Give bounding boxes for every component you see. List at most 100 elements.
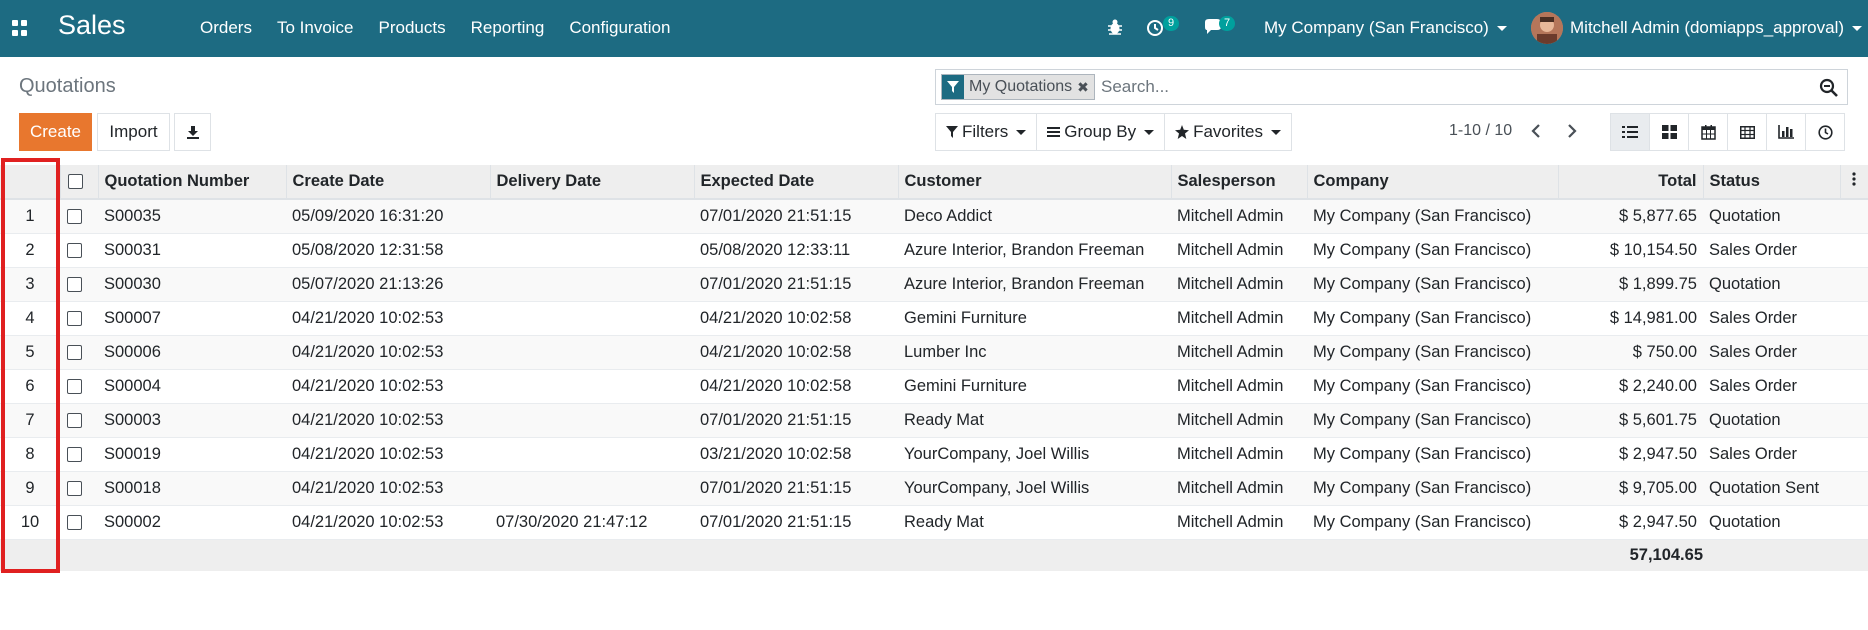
row-select-cell[interactable] bbox=[60, 301, 98, 335]
cell-create-date: 05/07/2020 21:13:26 bbox=[292, 274, 444, 293]
calendar-view-button[interactable] bbox=[1688, 113, 1728, 151]
company-name: My Company (San Francisco) bbox=[1264, 18, 1489, 37]
favorites-dropdown[interactable]: Favorites bbox=[1164, 113, 1293, 151]
select-all-header[interactable] bbox=[60, 165, 99, 200]
row-select-cell[interactable] bbox=[60, 233, 98, 267]
row-checkbox[interactable] bbox=[67, 242, 82, 258]
cell-salesperson: Mitchell Admin bbox=[1177, 274, 1284, 293]
table-row[interactable]: 5 S00006 04/21/2020 10:02:53 04/21/2020 10:… bbox=[0, 335, 1868, 369]
search-icon[interactable] bbox=[1819, 78, 1839, 98]
column-header-quotation-number[interactable]: Quotation Number bbox=[98, 165, 287, 200]
row-checkbox[interactable] bbox=[67, 208, 82, 224]
table-row[interactable]: 9 S00018 04/21/2020 10:02:53 07/01/2020 21:… bbox=[0, 471, 1868, 505]
row-checkbox[interactable] bbox=[67, 378, 82, 394]
row-number: 6 bbox=[25, 376, 35, 395]
row-select-cell[interactable] bbox=[60, 335, 98, 369]
quotations-table: Quotation Number Create Date Delivery Da… bbox=[0, 165, 1868, 571]
table-row[interactable]: 2 S00031 05/08/2020 12:31:58 05/08/2020 12:… bbox=[0, 233, 1868, 267]
column-header-customer[interactable]: Customer bbox=[898, 165, 1172, 200]
table-row[interactable]: 1 S00035 05/09/2020 16:31:20 07/01/2020 21:… bbox=[0, 199, 1868, 233]
cell-company: My Company (San Francisco) bbox=[1313, 308, 1532, 327]
table-row[interactable]: 7 S00003 04/21/2020 10:02:53 07/01/2020 21:… bbox=[0, 403, 1868, 437]
row-checkbox[interactable] bbox=[67, 446, 82, 462]
pivot-view-button[interactable] bbox=[1727, 113, 1767, 151]
menu-item-orders[interactable]: Orders bbox=[200, 18, 252, 38]
row-checkbox[interactable] bbox=[67, 276, 82, 292]
graph-view-button[interactable] bbox=[1766, 113, 1806, 151]
menu-item-to-invoice[interactable]: To Invoice bbox=[277, 18, 354, 38]
row-checkbox[interactable] bbox=[67, 344, 82, 360]
cell-customer: Deco Addict bbox=[904, 206, 993, 225]
cell-quotation-number: S00002 bbox=[104, 512, 161, 531]
chevron-left-icon[interactable] bbox=[1528, 122, 1546, 140]
column-header-salesperson[interactable]: Salesperson bbox=[1171, 165, 1308, 200]
pager-value[interactable]: 1-10 / 10 bbox=[1449, 122, 1512, 140]
cell-company: My Company (San Francisco) bbox=[1313, 240, 1532, 259]
column-header-expected-date[interactable]: Expected Date bbox=[694, 165, 899, 200]
row-spacer bbox=[1840, 471, 1868, 505]
select-all-checkbox[interactable] bbox=[67, 174, 83, 190]
row-select-cell[interactable] bbox=[60, 471, 98, 505]
debug-bug-icon[interactable] bbox=[1106, 18, 1124, 36]
column-header-company[interactable]: Company bbox=[1307, 165, 1559, 200]
row-number: 5 bbox=[25, 342, 35, 361]
avatar[interactable] bbox=[1531, 12, 1563, 44]
cell-expected-date: 07/01/2020 21:51:15 bbox=[700, 206, 852, 225]
filters-dropdown[interactable]: Filters bbox=[935, 113, 1038, 151]
row-spacer bbox=[1840, 505, 1868, 539]
messages-count-badge: 7 bbox=[1219, 16, 1236, 31]
search-input[interactable] bbox=[1101, 75, 1781, 99]
cell-company: My Company (San Francisco) bbox=[1313, 478, 1532, 497]
cell-status: Quotation bbox=[1709, 512, 1781, 531]
column-header-delivery-date[interactable]: Delivery Date bbox=[490, 165, 695, 200]
optional-columns-toggle[interactable] bbox=[1840, 165, 1868, 200]
cell-quotation-number: S00019 bbox=[104, 444, 161, 463]
row-select-cell[interactable] bbox=[60, 403, 98, 437]
table-row[interactable]: 10 S00002 04/21/2020 10:02:53 07/30/2020 21… bbox=[0, 505, 1868, 539]
table-row[interactable]: 3 S00030 05/07/2020 21:13:26 07/01/2020 21:… bbox=[0, 267, 1868, 301]
export-button[interactable] bbox=[174, 113, 211, 151]
user-menu[interactable]: Mitchell Admin (domiapps_approval) bbox=[1570, 18, 1863, 38]
footer-spacer bbox=[1703, 539, 1868, 571]
row-select-cell[interactable] bbox=[60, 505, 98, 539]
cell-expected-date: 04/21/2020 10:02:58 bbox=[700, 342, 852, 361]
table-row[interactable]: 6 S00004 04/21/2020 10:02:53 04/21/2020 10:… bbox=[0, 369, 1868, 403]
app-title[interactable]: Sales bbox=[58, 10, 126, 41]
row-checkbox[interactable] bbox=[67, 412, 82, 428]
table-row[interactable]: 4 S00007 04/21/2020 10:02:53 04/21/2020 10:… bbox=[0, 301, 1868, 335]
import-button[interactable]: Import bbox=[97, 113, 170, 151]
group-by-dropdown[interactable]: Group By bbox=[1036, 113, 1166, 151]
row-checkbox[interactable] bbox=[67, 514, 82, 530]
cell-salesperson: Mitchell Admin bbox=[1177, 240, 1284, 259]
cell-company: My Company (San Francisco) bbox=[1313, 444, 1532, 463]
list-view-button[interactable] bbox=[1610, 113, 1650, 151]
menu-item-reporting[interactable]: Reporting bbox=[471, 18, 545, 38]
row-number: 3 bbox=[25, 274, 35, 293]
cell-quotation-number: S00003 bbox=[104, 410, 161, 429]
row-checkbox[interactable] bbox=[67, 310, 82, 326]
row-select-cell[interactable] bbox=[60, 369, 98, 403]
row-checkbox[interactable] bbox=[67, 480, 82, 496]
column-header-status[interactable]: Status bbox=[1703, 165, 1841, 200]
column-header-total[interactable]: Total bbox=[1558, 165, 1704, 200]
kanban-view-button[interactable] bbox=[1649, 113, 1689, 151]
remove-facet-icon[interactable]: ✖ bbox=[1077, 79, 1094, 96]
company-switcher[interactable]: My Company (San Francisco) bbox=[1264, 18, 1507, 38]
menu-item-products[interactable]: Products bbox=[379, 18, 446, 38]
apps-menu-icon[interactable] bbox=[12, 20, 28, 36]
create-button[interactable]: Create bbox=[19, 113, 92, 151]
table-row[interactable]: 8 S00019 04/21/2020 10:02:53 03/21/2020 10:… bbox=[0, 437, 1868, 471]
column-header-create-date[interactable]: Create Date bbox=[286, 165, 491, 200]
row-select-cell[interactable] bbox=[60, 437, 98, 471]
cell-create-date: 04/21/2020 10:02:53 bbox=[292, 512, 444, 531]
page-title: Quotations bbox=[19, 75, 116, 97]
chevron-right-icon[interactable] bbox=[1562, 122, 1580, 140]
search-bar: My Quotations ✖ bbox=[935, 69, 1848, 105]
menu-item-configuration[interactable]: Configuration bbox=[569, 18, 670, 38]
row-select-cell[interactable] bbox=[60, 267, 98, 301]
cell-expected-date: 05/08/2020 12:33:11 bbox=[700, 240, 851, 259]
row-select-cell[interactable] bbox=[60, 199, 98, 233]
activity-view-button[interactable] bbox=[1805, 113, 1845, 151]
list-lines-icon bbox=[1047, 127, 1061, 137]
row-spacer bbox=[1840, 301, 1868, 335]
